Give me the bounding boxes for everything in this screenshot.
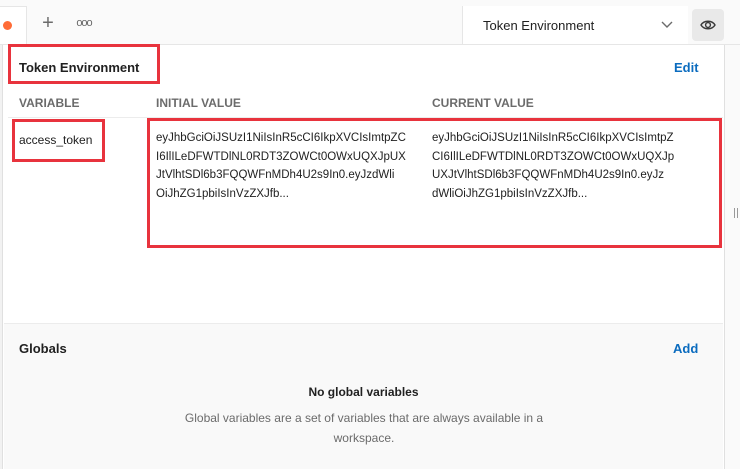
environment-quick-look-panel: Token Environment Edit VARIABLE INITIAL … xyxy=(4,45,723,469)
add-global-link[interactable]: Add xyxy=(673,341,698,356)
highlight-variable-values xyxy=(147,118,722,248)
right-pane-edge xyxy=(724,45,740,469)
resize-handle[interactable] xyxy=(734,208,738,218)
edit-environment-link[interactable]: Edit xyxy=(674,60,699,75)
active-request-tab[interactable] xyxy=(0,6,27,44)
left-pane-edge xyxy=(0,45,3,469)
column-header-initial-value: INITIAL VALUE xyxy=(156,96,241,110)
empty-state-title: No global variables xyxy=(308,385,419,399)
tab-bar: + ooo Token Environment xyxy=(0,0,740,44)
globals-section: Globals Add No global variables Global v… xyxy=(4,323,723,469)
environment-quick-look-button[interactable] xyxy=(692,9,724,41)
chevron-down-icon xyxy=(661,21,673,28)
environment-selector-label: Token Environment xyxy=(483,18,595,33)
ellipsis-icon: ooo xyxy=(76,17,92,29)
eye-icon xyxy=(700,20,716,30)
column-header-current-value: CURRENT VALUE xyxy=(432,96,534,110)
more-tabs-button[interactable]: ooo xyxy=(75,14,93,32)
column-header-variable: VARIABLE xyxy=(19,96,80,110)
highlight-environment-title xyxy=(8,44,160,84)
new-tab-button[interactable]: + xyxy=(38,13,58,33)
unsaved-dot-icon xyxy=(3,21,12,30)
plus-icon: + xyxy=(42,12,54,34)
highlight-variable-name xyxy=(12,119,105,162)
globals-title: Globals xyxy=(19,341,67,356)
empty-state-description: Global variables are a set of variables … xyxy=(184,411,544,445)
environment-selector[interactable]: Token Environment xyxy=(462,6,688,44)
